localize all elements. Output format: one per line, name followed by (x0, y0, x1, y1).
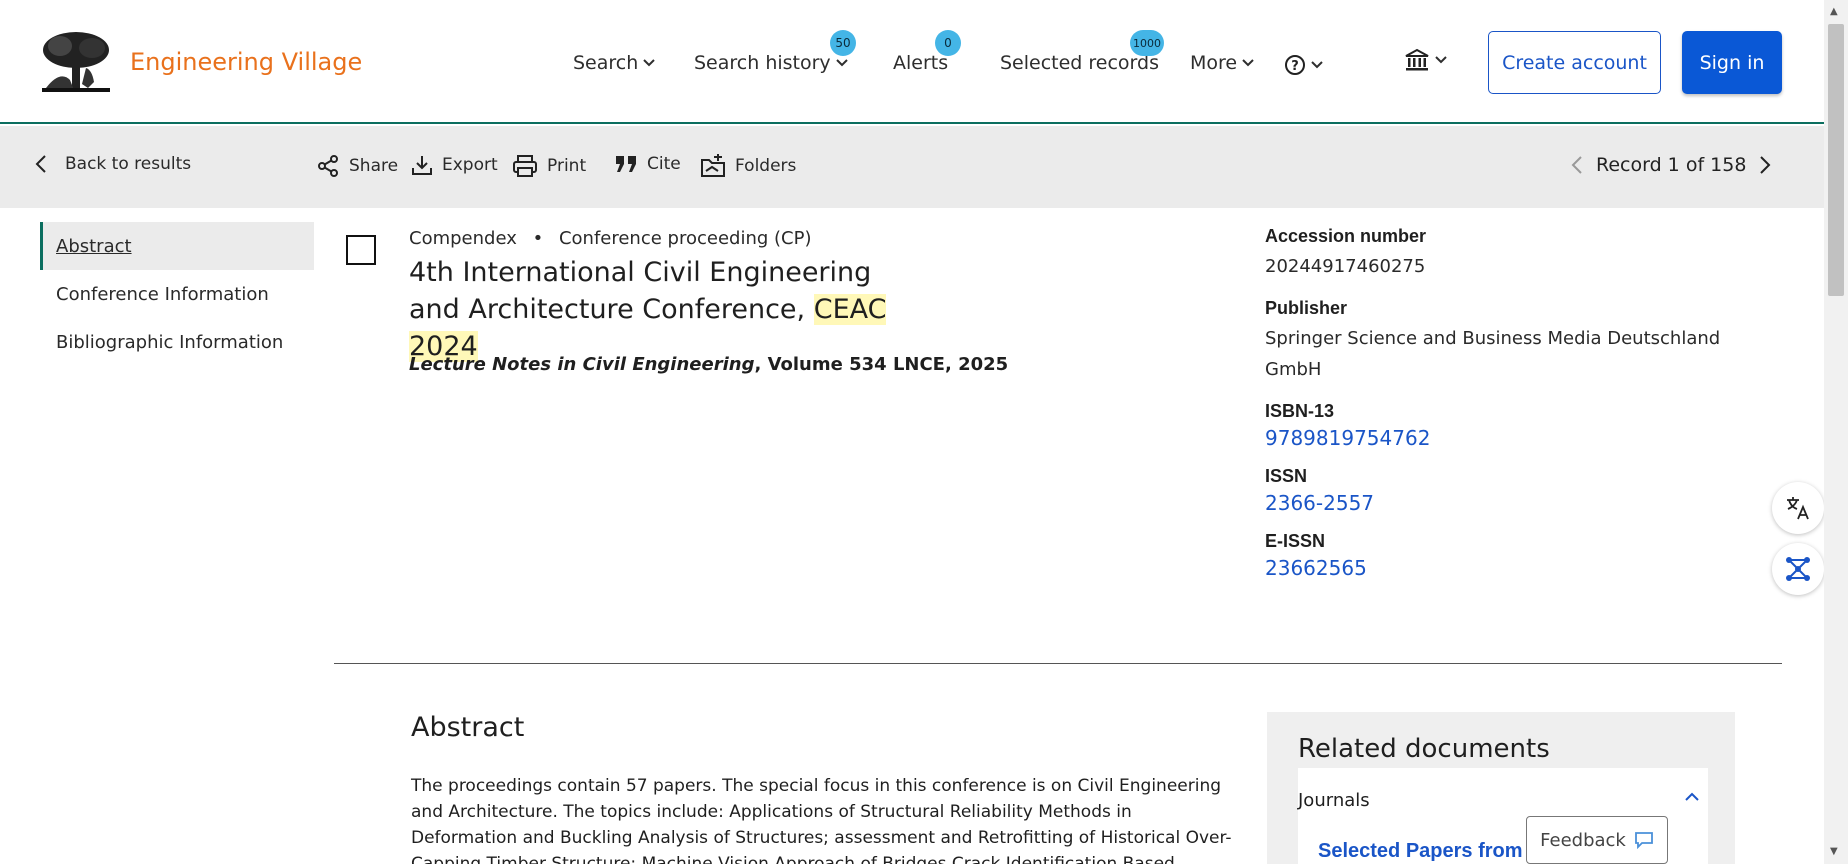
issn-link[interactable]: 2366-2557 (1265, 491, 1725, 515)
abstract-body: The proceedings contain 57 papers. The s… (411, 776, 1232, 864)
section-nav-bibliographic-information[interactable]: Bibliographic Information (40, 318, 314, 366)
section-nav-abstract[interactable]: Abstract (40, 222, 314, 270)
eissn-label: E-ISSN (1265, 531, 1326, 551)
record-toolbar: Back to results Share Export Print Cite (0, 126, 1824, 208)
related-document-link[interactable]: Selected Papers from (1318, 840, 1523, 863)
translate-icon (1787, 497, 1809, 520)
download-icon (412, 156, 432, 175)
database-name: Compendex (409, 228, 517, 249)
back-to-results-label: Back to results (65, 154, 192, 174)
export-button[interactable]: Export (411, 154, 498, 176)
network-nodes-icon (1786, 557, 1810, 581)
nav-alerts-label: Alerts (893, 52, 949, 74)
selected-records-badge: 1000 (1130, 30, 1164, 56)
brand-name[interactable]: Engineering Village (130, 48, 362, 76)
print-button[interactable]: Print (512, 154, 586, 178)
scroll-up-icon[interactable]: ▲ (1830, 6, 1838, 17)
publisher-value: Springer Science and Business Media Deut… (1265, 328, 1721, 380)
select-record-checkbox[interactable] (346, 235, 376, 265)
chat-bubble-icon (1634, 832, 1653, 849)
search-history-badge: 50 (830, 30, 856, 56)
accession-value: 20244917460275 (1265, 256, 1426, 277)
chevron-left-icon (35, 155, 46, 173)
folders-button[interactable]: Folders (700, 154, 796, 178)
document-type: Conference proceeding (CP) (558, 228, 812, 249)
institution-icon (1405, 48, 1429, 71)
record-meta: Compendex • Conference proceeding (CP) (409, 228, 811, 249)
nav-selected-records[interactable]: Selected records 1000 (1000, 30, 1164, 74)
section-nav: Abstract Conference Information Bibliogr… (40, 222, 314, 366)
source-series: Lecture Notes in Civil Engineering (409, 354, 755, 375)
translate-button[interactable] (1772, 482, 1824, 534)
print-label: Print (547, 156, 587, 176)
nav-more[interactable]: More (1190, 52, 1255, 74)
scrollbar-thumb[interactable] (1828, 24, 1844, 296)
publisher-label: Publisher (1265, 298, 1348, 318)
section-divider (334, 663, 1782, 664)
folders-label: Folders (735, 156, 797, 176)
abstract-heading: Abstract (411, 712, 525, 743)
source-volume: , Volume 534 LNCE, 2025 (754, 354, 1009, 375)
record-pager: Record 1 of 158 (1570, 154, 1772, 176)
nav-search-history-label: Search history (694, 52, 831, 74)
help-icon: ? (1285, 55, 1305, 75)
isbn-link[interactable]: 9789819754762 (1265, 426, 1725, 450)
isbn-label: ISBN-13 (1265, 401, 1335, 421)
record-metadata: Accession number 20244917460275 Publishe… (1265, 226, 1725, 596)
chevron-up-icon[interactable] (1684, 792, 1700, 802)
svg-text:?: ? (1291, 59, 1299, 74)
chevron-right-icon[interactable] (1758, 155, 1772, 175)
ai-assistant-button[interactable] (1772, 543, 1824, 595)
create-account-button[interactable]: Create account (1488, 31, 1661, 94)
nav-more-label: More (1190, 52, 1238, 74)
sign-in-button[interactable]: Sign in (1682, 31, 1782, 94)
nav-institution[interactable] (1404, 48, 1448, 72)
feedback-button[interactable]: Feedback (1526, 816, 1668, 864)
back-to-results-link[interactable]: Back to results (34, 154, 191, 174)
accession-label: Accession number (1265, 226, 1427, 246)
related-documents-heading: Related documents (1298, 734, 1550, 764)
issn-label: ISSN (1265, 466, 1308, 486)
elsevier-tree-logo[interactable] (40, 30, 112, 94)
chevron-down-icon (1311, 61, 1323, 69)
title-text: 4th International Civil Engineering and … (409, 257, 872, 325)
nav-search-label: Search (573, 52, 639, 74)
meta-separator: • (532, 228, 544, 249)
cite-label: Cite (647, 154, 681, 174)
chevron-left-icon[interactable] (1570, 155, 1584, 175)
chevron-down-icon (643, 59, 655, 67)
site-header: Engineering Village Search Search histor… (0, 0, 1824, 124)
feedback-label: Feedback (1540, 829, 1626, 851)
folder-add-icon (701, 154, 725, 177)
record-position: Record 1 of 158 (1596, 154, 1747, 176)
eissn-link[interactable]: 23662565 (1265, 556, 1725, 580)
share-button[interactable]: Share (316, 154, 398, 178)
record-source: Lecture Notes in Civil Engineering, Volu… (409, 354, 1008, 375)
scroll-down-icon[interactable]: ▼ (1830, 846, 1838, 857)
record-title: 4th International Civil Engineering and … (409, 254, 929, 365)
alerts-badge: 0 (935, 30, 961, 56)
chevron-down-icon (1435, 56, 1447, 64)
journals-toggle-label[interactable]: Journals (1298, 790, 1370, 811)
nav-alerts[interactable]: Alerts 0 (893, 30, 961, 74)
export-label: Export (442, 155, 498, 175)
quote-icon (616, 156, 636, 172)
cite-button[interactable]: Cite (614, 154, 681, 174)
title-highlight-ceac: CEAC (813, 294, 887, 325)
chevron-down-icon (835, 59, 848, 67)
share-icon (318, 155, 338, 177)
share-label: Share (349, 156, 399, 176)
section-nav-conference-information[interactable]: Conference Information (40, 270, 314, 318)
nav-help[interactable]: ? (1284, 54, 1324, 76)
chevron-down-icon (1242, 59, 1254, 67)
printer-icon (513, 155, 537, 177)
nav-search-history[interactable]: Search history 50 (694, 30, 856, 74)
nav-selected-records-label: Selected records (1000, 52, 1159, 74)
nav-search[interactable]: Search (573, 52, 656, 74)
